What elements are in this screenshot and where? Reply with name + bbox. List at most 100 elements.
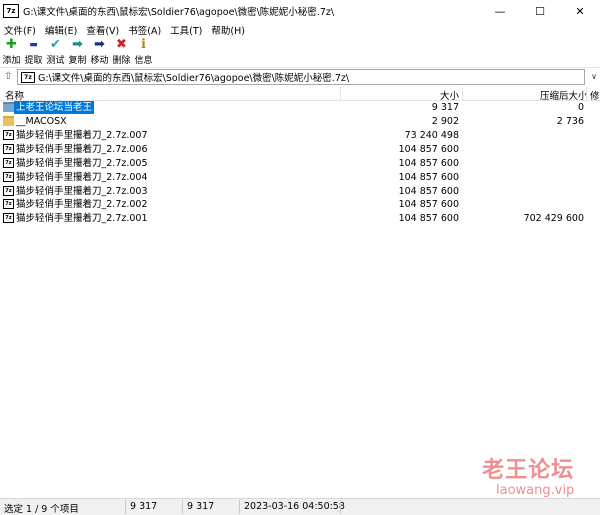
delete-button[interactable]: ✖ 删除 (111, 37, 132, 67)
info-label: 信息 (134, 56, 153, 66)
list-item[interactable]: 7z 猫步轻俏手里攥着刀_2.7z.003 104 857 600 (0, 185, 600, 199)
file-name: 猫步轻俏手里攥着刀_2.7z.007 (16, 130, 148, 141)
file-size: 104 857 600 (398, 199, 459, 210)
7zip-app-icon: 7z (3, 4, 19, 18)
minimize-icon: — (494, 4, 506, 18)
archive-file-icon: 7z (3, 144, 14, 154)
test-label: 测试 (46, 56, 65, 66)
window-title: G:\课文件\桌面的东西\鼠标宏\Soldier76\agopoe\微密\陈妮妮… (23, 7, 335, 18)
file-packed-size: 702 429 600 (523, 213, 584, 224)
list-item[interactable]: 7z 猫步轻俏手里攥着刀_2.7z.002 104 857 600 (0, 198, 600, 212)
file-size: 104 857 600 (398, 172, 459, 183)
title-bar: 7z G:\课文件\桌面的东西\鼠标宏\Soldier76\agopoe\微密\… (0, 0, 600, 22)
file-name: 猫步轻俏手里攥着刀_2.7z.006 (16, 144, 148, 155)
file-name: 猫步轻俏手里攥着刀_2.7z.002 (16, 199, 148, 210)
maximize-button[interactable]: ☐ (520, 0, 560, 22)
status-divider (340, 500, 341, 514)
archive-file-icon: 7z (3, 186, 14, 196)
extract-button[interactable]: ▬ 提取 (23, 37, 44, 67)
toolbar: ✚ 添加 ▬ 提取 ✔ 测试 ➡ 复制 ➡ 移动 ✖ 删除 ℹ 信息 (0, 37, 600, 68)
file-name: 上老王论坛当老王 (14, 101, 95, 114)
move-arrow-icon: ➡ (94, 37, 105, 52)
menu-view[interactable]: 查看(V) (82, 23, 124, 37)
watermark: 老王论坛 laowang.vip (482, 458, 574, 498)
column-size[interactable]: 大小 (440, 88, 459, 102)
column-packed-size[interactable]: 压缩后大小 (540, 88, 588, 102)
menu-bar: 文件(F) 编辑(E) 查看(V) 书签(A) 工具(T) 帮助(H) (0, 22, 600, 37)
copy-button[interactable]: ➡ 复制 (67, 37, 88, 67)
extract-label: 提取 (24, 56, 43, 66)
menu-tools[interactable]: 工具(T) (166, 23, 207, 37)
info-button[interactable]: ℹ 信息 (133, 37, 154, 67)
column-divider[interactable] (340, 87, 341, 100)
file-size: 73 240 498 (404, 130, 459, 141)
list-item[interactable]: 7z 猫步轻俏手里攥着刀_2.7z.005 104 857 600 (0, 157, 600, 171)
add-button[interactable]: ✚ 添加 (1, 37, 22, 67)
file-name: 猫步轻俏手里攥着刀_2.7z.003 (16, 186, 148, 197)
status-selection: 选定 1 / 9 个项目 (4, 504, 79, 515)
move-label: 移动 (90, 56, 109, 66)
status-divider (125, 500, 126, 514)
folder-icon (3, 102, 14, 112)
archive-file-icon: 7z (3, 130, 14, 140)
file-size: 104 857 600 (398, 158, 459, 169)
column-divider[interactable] (462, 87, 463, 100)
address-dropdown-icon[interactable]: ∨ (591, 72, 597, 81)
menu-edit[interactable]: 编辑(E) (41, 23, 82, 37)
status-bar: 选定 1 / 9 个项目 9 317 9 317 2023-03-16 04:5… (0, 498, 600, 515)
file-name: 猫步轻俏手里攥着刀_2.7z.001 (16, 213, 148, 224)
column-header: 名称 大小 压缩后大小 修 (0, 87, 600, 102)
file-packed-size: 0 (577, 102, 584, 113)
maximize-icon: ☐ (535, 4, 545, 18)
add-label: 添加 (2, 56, 21, 66)
list-item[interactable]: __MACOSX 2 902 2 736 (0, 115, 600, 129)
menu-file[interactable]: 文件(F) (0, 23, 41, 37)
archive-file-icon: 7z (3, 213, 14, 223)
archive-file-icon: 7z (3, 172, 14, 182)
address-bar: ⇧ 7z G:\课文件\桌面的东西\鼠标宏\Soldier76\agopoe\微… (0, 68, 600, 85)
menu-bookmarks[interactable]: 书签(A) (124, 23, 166, 37)
file-name: __MACOSX (16, 116, 67, 127)
file-packed-size: 2 736 (556, 116, 584, 127)
check-icon: ✔ (50, 37, 61, 52)
delete-label: 删除 (112, 56, 131, 66)
status-packed-size: 9 317 (187, 501, 215, 512)
list-item[interactable]: 7z 猫步轻俏手里攥着刀_2.7z.007 73 240 498 (0, 129, 600, 143)
list-item[interactable]: 7z 猫步轻俏手里攥着刀_2.7z.004 104 857 600 (0, 171, 600, 185)
status-modified: 2023-03-16 04:50:58 (244, 501, 345, 512)
copy-arrow-icon: ➡ (72, 37, 83, 52)
address-path: G:\课文件\桌面的东西\鼠标宏\Soldier76\agopoe\微密\陈妮妮… (38, 73, 350, 84)
copy-label: 复制 (68, 56, 87, 66)
close-button[interactable]: ✕ (560, 0, 600, 22)
status-size: 9 317 (130, 501, 158, 512)
file-size: 104 857 600 (398, 186, 459, 197)
file-size: 2 902 (431, 116, 459, 127)
minimize-button[interactable]: — (480, 0, 520, 22)
status-divider (182, 500, 183, 514)
watermark-text: 老王论坛 (482, 458, 575, 483)
minus-icon: ▬ (29, 40, 38, 50)
column-divider[interactable] (586, 87, 587, 100)
menu-help[interactable]: 帮助(H) (207, 23, 250, 37)
info-icon: ℹ (141, 37, 146, 52)
status-divider (239, 500, 240, 514)
list-item[interactable]: 上老王论坛当老王 9 317 0 (0, 101, 600, 115)
list-item[interactable]: 7z 猫步轻俏手里攥着刀_2.7z.006 104 857 600 (0, 143, 600, 157)
file-size: 104 857 600 (398, 213, 459, 224)
file-name: 猫步轻俏手里攥着刀_2.7z.004 (16, 172, 148, 183)
watermark-url: laowang.vip (496, 483, 575, 498)
file-size: 9 317 (431, 102, 459, 113)
file-size: 104 857 600 (398, 144, 459, 155)
column-modified[interactable]: 修 (590, 88, 600, 102)
up-folder-icon[interactable]: ⇧ (4, 71, 14, 82)
archive-icon: 7z (21, 71, 35, 83)
archive-file-icon: 7z (3, 199, 14, 209)
file-name: 猫步轻俏手里攥着刀_2.7z.005 (16, 158, 148, 169)
test-button[interactable]: ✔ 测试 (45, 37, 66, 67)
folder-icon (3, 116, 14, 126)
move-button[interactable]: ➡ 移动 (89, 37, 110, 67)
address-input[interactable]: 7z G:\课文件\桌面的东西\鼠标宏\Soldier76\agopoe\微密\… (17, 69, 585, 85)
delete-x-icon: ✖ (116, 37, 127, 52)
list-item[interactable]: 7z 猫步轻俏手里攥着刀_2.7z.001 104 857 600 702 42… (0, 212, 600, 226)
column-name[interactable]: 名称 (5, 88, 24, 102)
